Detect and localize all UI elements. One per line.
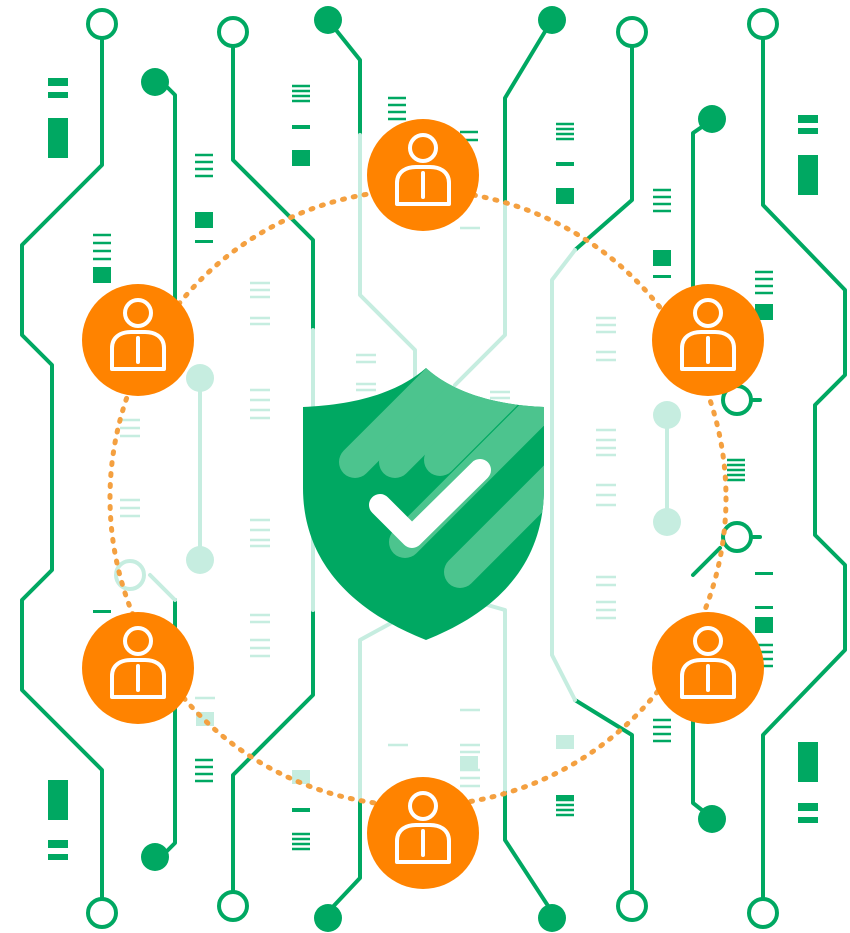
shield-check-icon [303, 368, 544, 640]
terminal-dot [698, 805, 726, 833]
faded-chip-blocks [196, 712, 574, 784]
user-node-bottom [365, 775, 481, 891]
terminal-ring [747, 897, 779, 929]
user-node-lower-left [80, 610, 196, 726]
terminal-dot [314, 6, 342, 34]
security-network-illustration [20, 6, 847, 932]
terminal-dot [141, 843, 169, 871]
terminal-ring [616, 890, 648, 922]
terminal-ring [721, 521, 753, 553]
terminal-dot [698, 105, 726, 133]
terminal-ring [86, 897, 118, 929]
illustration [0, 0, 850, 933]
terminal-dot-faded [186, 364, 214, 392]
terminal-dot-faded [653, 401, 681, 429]
terminal-ring [747, 8, 779, 40]
user-node-top [365, 117, 481, 233]
terminal-dot-faded [186, 546, 214, 574]
terminal-dot-faded [653, 508, 681, 536]
user-node-lower-right [650, 610, 766, 726]
terminal-dot [538, 904, 566, 932]
terminal-ring [616, 16, 648, 48]
terminal-dot [141, 68, 169, 96]
terminal-ring [86, 8, 118, 40]
user-node-upper-left [80, 282, 196, 398]
terminal-ring [217, 16, 249, 48]
terminal-dot [314, 904, 342, 932]
user-node-upper-right [650, 282, 766, 398]
terminal-ring [217, 890, 249, 922]
terminal-dot [538, 6, 566, 34]
